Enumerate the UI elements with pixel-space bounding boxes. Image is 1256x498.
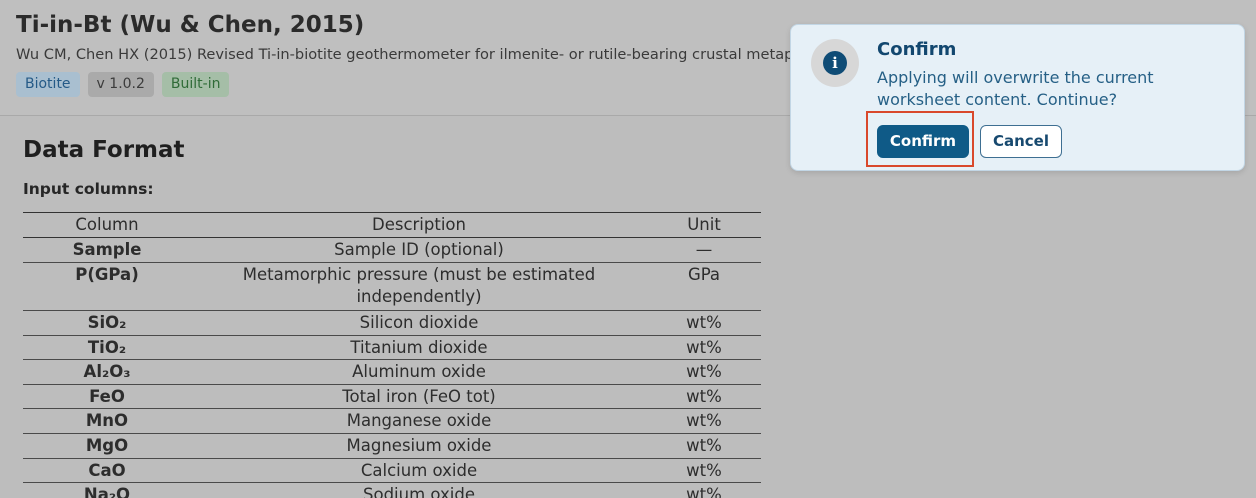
- table-row: FeO Total iron (FeO tot) wt%: [23, 384, 761, 410]
- table-row: Al₂O₃ Aluminum oxide wt%: [23, 359, 761, 385]
- table-row: MnO Manganese oxide wt%: [23, 408, 761, 434]
- table-row: TiO₂ Titanium dioxide wt%: [23, 335, 761, 361]
- cell-column: MgO: [23, 433, 191, 459]
- builtin-badge: Built-in: [161, 72, 230, 97]
- cell-unit: —: [647, 237, 761, 263]
- page-title: Ti-in-Bt (Wu & Chen, 2015): [16, 12, 365, 38]
- table-row: SiO₂ Silicon dioxide wt%: [23, 310, 761, 336]
- cell-description: Titanium dioxide: [191, 335, 647, 361]
- column-header: Column: [23, 212, 191, 238]
- mineral-badge: Biotite: [16, 72, 80, 97]
- cancel-button[interactable]: Cancel: [980, 125, 1062, 158]
- info-icon-badge: i: [811, 39, 859, 87]
- section-title: Data Format: [23, 137, 185, 163]
- cell-column: CaO: [23, 458, 191, 484]
- version-badge: v 1.0.2: [87, 72, 154, 97]
- input-columns-label: Input columns:: [23, 180, 154, 198]
- table-row: P(GPa) Metamorphic pressure (must be est…: [23, 262, 761, 311]
- table-row: MgO Magnesium oxide wt%: [23, 433, 761, 459]
- table-row: CaO Calcium oxide wt%: [23, 458, 761, 484]
- dialog-message: Applying will overwrite the current work…: [877, 68, 1154, 109]
- table-header-row: Column Description Unit: [23, 212, 761, 238]
- cell-unit: wt%: [647, 408, 761, 434]
- focus-highlight: [866, 111, 974, 167]
- cell-column: P(GPa): [23, 262, 191, 311]
- cell-column: FeO: [23, 384, 191, 410]
- cell-unit: wt%: [647, 458, 761, 484]
- cell-description: Total iron (FeO tot): [191, 384, 647, 410]
- description-header: Description: [191, 212, 647, 238]
- cell-unit: wt%: [647, 310, 761, 336]
- cell-column: Al₂O₃: [23, 359, 191, 385]
- unit-header: Unit: [647, 212, 761, 238]
- cell-unit: wt%: [647, 359, 761, 385]
- cell-description: Manganese oxide: [191, 408, 647, 434]
- cell-description: Sodium oxide: [191, 482, 647, 498]
- confirm-dialog: i Confirm Applying will overwrite the cu…: [790, 24, 1245, 171]
- cell-unit: wt%: [647, 335, 761, 361]
- cell-unit: wt%: [647, 384, 761, 410]
- cell-column: SiO₂: [23, 310, 191, 336]
- cell-unit: GPa: [647, 262, 761, 311]
- cell-description: Sample ID (optional): [191, 237, 647, 263]
- cell-unit: wt%: [647, 482, 761, 498]
- cell-description: Aluminum oxide: [191, 359, 647, 385]
- cell-column: Sample: [23, 237, 191, 263]
- table-row: Sample Sample ID (optional) —: [23, 237, 761, 263]
- cell-description: Calcium oxide: [191, 458, 647, 484]
- cell-unit: wt%: [647, 433, 761, 459]
- badge-group: Biotite v 1.0.2 Built-in: [16, 72, 230, 97]
- input-columns-table: Column Description Unit Sample Sample ID…: [23, 212, 761, 498]
- cell-column: TiO₂: [23, 335, 191, 361]
- cell-column: Na₂O: [23, 482, 191, 498]
- info-icon: i: [823, 51, 847, 75]
- cell-description: Metamorphic pressure (must be estimated …: [191, 262, 647, 311]
- cell-description: Silicon dioxide: [191, 310, 647, 336]
- cell-description: Magnesium oxide: [191, 433, 647, 459]
- table-row: Na₂O Sodium oxide wt%: [23, 482, 761, 498]
- cell-column: MnO: [23, 408, 191, 434]
- dialog-title: Confirm: [877, 39, 957, 60]
